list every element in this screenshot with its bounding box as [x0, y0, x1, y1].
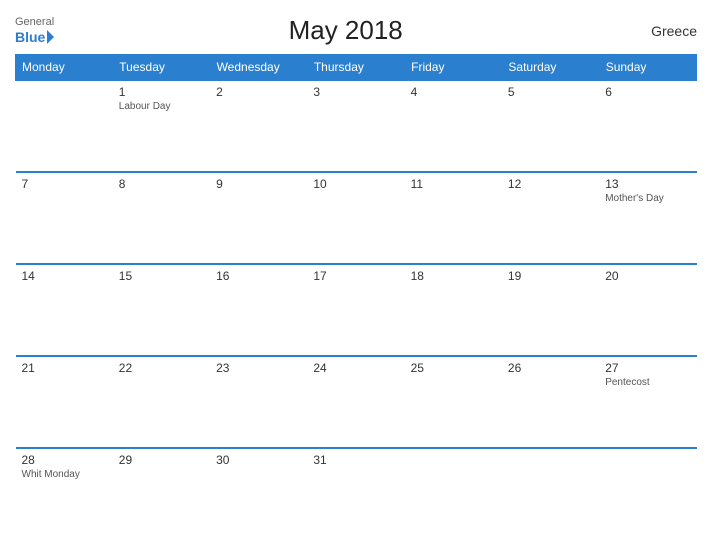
holiday-label: Whit Monday	[22, 469, 107, 480]
calendar-cell: 28 Whit Monday	[16, 448, 113, 540]
logo-triangle-icon	[47, 30, 54, 44]
calendar-cell: 10	[307, 172, 404, 264]
day-number: 30	[216, 453, 301, 467]
day-number: 31	[313, 453, 398, 467]
day-number: 2	[216, 85, 301, 99]
logo-bottom: Blue	[15, 29, 54, 45]
calendar-day-header: Saturday	[502, 55, 599, 81]
calendar-table: MondayTuesdayWednesdayThursdayFridaySatu…	[15, 54, 697, 540]
calendar-cell: 22	[113, 356, 210, 448]
calendar-cell: 11	[405, 172, 502, 264]
month-title: May 2018	[54, 15, 637, 46]
day-number: 22	[119, 361, 204, 375]
calendar-day-header: Tuesday	[113, 55, 210, 81]
day-number: 11	[411, 177, 496, 191]
calendar-cell: 1 Labour Day	[113, 80, 210, 172]
calendar-cell: 16	[210, 264, 307, 356]
calendar-day-header: Thursday	[307, 55, 404, 81]
day-number: 24	[313, 361, 398, 375]
calendar-cell: 21	[16, 356, 113, 448]
calendar-cell: 27 Pentecost	[599, 356, 696, 448]
day-number: 1	[119, 85, 204, 99]
logo: General Blue	[15, 16, 54, 44]
page-header: General Blue May 2018 Greece	[15, 10, 697, 54]
day-number: 14	[22, 269, 107, 283]
day-number: 29	[119, 453, 204, 467]
day-number: 6	[605, 85, 690, 99]
calendar-cell: 25	[405, 356, 502, 448]
country-label: Greece	[637, 23, 697, 39]
day-number: 3	[313, 85, 398, 99]
calendar-cell: 8	[113, 172, 210, 264]
day-number: 18	[411, 269, 496, 283]
calendar-cell	[16, 80, 113, 172]
calendar-cell: 15	[113, 264, 210, 356]
calendar-day-header: Friday	[405, 55, 502, 81]
calendar-day-header: Wednesday	[210, 55, 307, 81]
day-number: 7	[22, 177, 107, 191]
day-number: 8	[119, 177, 204, 191]
holiday-label: Mother's Day	[605, 193, 690, 204]
calendar-cell: 29	[113, 448, 210, 540]
day-number: 10	[313, 177, 398, 191]
calendar-cell: 13 Mother's Day	[599, 172, 696, 264]
day-number: 21	[22, 361, 107, 375]
calendar-header-row: MondayTuesdayWednesdayThursdayFridaySatu…	[16, 55, 697, 81]
holiday-label: Pentecost	[605, 377, 690, 388]
day-number: 13	[605, 177, 690, 191]
calendar-cell: 14	[16, 264, 113, 356]
calendar-cell	[405, 448, 502, 540]
calendar-cell: 12	[502, 172, 599, 264]
calendar-cell: 9	[210, 172, 307, 264]
calendar-cell: 7	[16, 172, 113, 264]
holiday-label: Labour Day	[119, 101, 204, 112]
day-number: 26	[508, 361, 593, 375]
day-number: 5	[508, 85, 593, 99]
calendar-cell: 5	[502, 80, 599, 172]
calendar-week-row: 28 Whit Monday 29 30 31	[16, 448, 697, 540]
day-number: 16	[216, 269, 301, 283]
calendar-cell: 31	[307, 448, 404, 540]
day-number: 17	[313, 269, 398, 283]
day-number: 4	[411, 85, 496, 99]
day-number: 20	[605, 269, 690, 283]
day-number: 25	[411, 361, 496, 375]
calendar-cell: 17	[307, 264, 404, 356]
calendar-cell: 4	[405, 80, 502, 172]
calendar-week-row: 21 22 23 24 25 26 27 Pentecost	[16, 356, 697, 448]
calendar-cell: 20	[599, 264, 696, 356]
day-number: 19	[508, 269, 593, 283]
calendar-week-row: 1 Labour Day 23456	[16, 80, 697, 172]
calendar-cell: 26	[502, 356, 599, 448]
calendar-cell: 2	[210, 80, 307, 172]
calendar-cell: 3	[307, 80, 404, 172]
calendar-cell: 24	[307, 356, 404, 448]
calendar-cell: 19	[502, 264, 599, 356]
day-number: 27	[605, 361, 690, 375]
calendar-cell: 30	[210, 448, 307, 540]
day-number: 12	[508, 177, 593, 191]
day-number: 9	[216, 177, 301, 191]
day-number: 15	[119, 269, 204, 283]
calendar-cell: 18	[405, 264, 502, 356]
calendar-cell: 6	[599, 80, 696, 172]
calendar-cell	[502, 448, 599, 540]
day-number: 23	[216, 361, 301, 375]
logo-blue-text: Blue	[15, 29, 45, 45]
logo-general-text: General	[15, 16, 54, 28]
calendar-cell	[599, 448, 696, 540]
calendar-week-row: 789 10 11 12 13 Mother's Day	[16, 172, 697, 264]
calendar-day-header: Monday	[16, 55, 113, 81]
calendar-body: 1Labour Day2345678910111213Mother's Day1…	[16, 80, 697, 540]
day-number: 28	[22, 453, 107, 467]
calendar-week-row: 14 15 16 17 18 19 20	[16, 264, 697, 356]
calendar-day-header: Sunday	[599, 55, 696, 81]
calendar-cell: 23	[210, 356, 307, 448]
